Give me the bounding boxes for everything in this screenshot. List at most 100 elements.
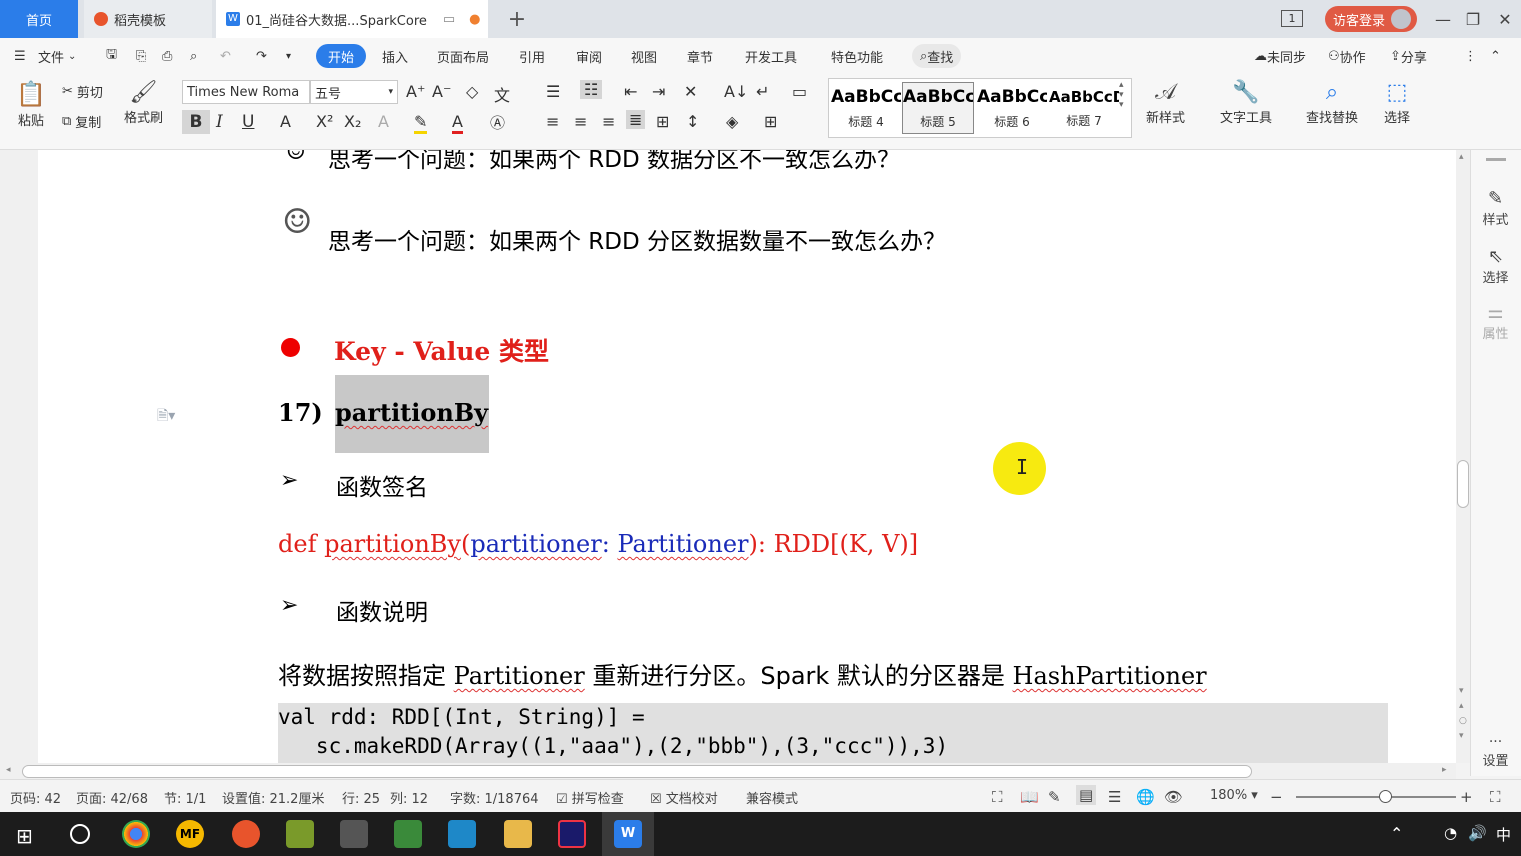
line-spacing-icon[interactable]: ↕ [686, 112, 699, 131]
style-heading-7[interactable]: AaBbCcD 标题 7 [1048, 82, 1120, 134]
spellcheck-button[interactable]: ☑ 拼写检查 [556, 788, 624, 807]
menu-page-layout[interactable]: 页面布局 [437, 44, 489, 68]
paste-button[interactable]: 📋 粘贴 [16, 80, 46, 129]
zoom-in-icon[interactable]: + [1460, 788, 1473, 806]
shading-icon[interactable]: ◈ [726, 112, 738, 131]
media-app-icon[interactable] [340, 820, 368, 848]
page-nav-icons[interactable]: ▾ ▴ ○ ▾ [1459, 684, 1467, 744]
align-right-icon[interactable]: ≡ [602, 112, 615, 131]
menu-file[interactable]: 文件 ⌄ [38, 44, 76, 68]
status-page[interactable]: 页面: 42/68 [76, 788, 148, 807]
restore-icon[interactable]: ❐ [1458, 0, 1488, 38]
menu-insert[interactable]: 插入 [382, 44, 408, 68]
char-border-button[interactable]: Ⓐ [490, 112, 505, 133]
menu-review[interactable]: 审阅 [576, 44, 602, 68]
intellij-icon[interactable] [558, 820, 586, 848]
distributed-icon[interactable]: ⊞ [656, 112, 669, 131]
zoom-level[interactable]: 180% ▾ [1210, 788, 1258, 803]
highlight-button[interactable]: ✎ [414, 112, 428, 134]
page-view-icon[interactable]: ▤ [1076, 785, 1097, 805]
notepad-icon[interactable] [394, 820, 422, 848]
scroll-right-icon[interactable]: ▸ [1442, 765, 1447, 775]
status-wordcount[interactable]: 字数: 1/18764 [450, 788, 539, 807]
horizontal-scroll-thumb[interactable] [22, 765, 1252, 778]
numbered-list-icon[interactable]: ☷ [580, 80, 603, 99]
style-panel-button[interactable]: ✎ 样式 [1470, 188, 1521, 228]
bullet-list-icon[interactable]: ☰ [546, 82, 560, 101]
read-mode-icon[interactable]: 📖 [1020, 788, 1039, 806]
table-tools-icon[interactable]: ▭ [792, 82, 807, 101]
subscript-button[interactable]: X₂ [344, 112, 361, 131]
align-left-icon[interactable]: ≡ [546, 112, 559, 131]
scroll-left-icon[interactable]: ◂ [6, 765, 11, 775]
edit-mode-icon[interactable]: ✎ [1048, 788, 1061, 806]
chrome-icon[interactable] [122, 820, 150, 848]
ime-indicator[interactable]: 中 [1496, 824, 1511, 845]
print-preview-icon[interactable]: ⌕ [190, 44, 197, 68]
style-heading-4[interactable]: AaBbCcD 标题 4 [830, 82, 902, 134]
sync-button[interactable]: ☁ 未同步 [1254, 44, 1306, 68]
justify-icon[interactable]: ≣ [626, 110, 646, 129]
web-view-icon[interactable]: 🌐 [1136, 788, 1155, 806]
new-style-button[interactable]: 𝒜 新样式 [1146, 80, 1185, 126]
select-panel-button[interactable]: ⇖ 选择 [1470, 246, 1521, 286]
menu-developer[interactable]: 开发工具 [745, 44, 797, 68]
menu-start[interactable]: 开始 [316, 44, 367, 68]
fit-page-icon[interactable]: ⛶ [1490, 788, 1501, 806]
share-button[interactable]: ⇪ 分享 [1390, 44, 1427, 68]
redo-icon[interactable]: ↷ [256, 44, 267, 68]
guest-login-button[interactable]: 访客登录 [1325, 6, 1417, 32]
outline-view-icon[interactable]: ☰ [1108, 788, 1121, 806]
increase-indent-icon[interactable]: ⇥ [652, 82, 665, 101]
find-replace-button[interactable]: ⌕ 查找替换 [1306, 80, 1358, 126]
bold-button[interactable]: B [182, 110, 210, 134]
scroll-up-icon[interactable]: ▴ [1459, 152, 1464, 162]
underline-button[interactable]: U [242, 112, 254, 132]
export-icon[interactable]: ⎘ [136, 44, 146, 68]
green-app-icon[interactable] [286, 820, 314, 848]
chinese-layout-icon[interactable]: ✕ [684, 82, 697, 101]
collapse-ribbon-icon[interactable]: ⌃ [1490, 44, 1501, 68]
format-painter-button[interactable]: 🖌 格式刷 [124, 80, 163, 126]
font-size-select[interactable]: 五号 ▾ [310, 80, 398, 104]
eye-protect-icon[interactable]: 👁 [1164, 788, 1183, 806]
superscript-button[interactable]: X² [316, 112, 333, 131]
mf-app-icon[interactable]: MF [176, 820, 204, 848]
hamburger-icon[interactable]: ☰ [14, 44, 26, 68]
borders-icon[interactable]: ⊞ [764, 112, 777, 131]
italic-button[interactable]: I [216, 112, 223, 132]
close-icon[interactable]: ✕ [1490, 0, 1520, 38]
tab-home[interactable]: 首页 [0, 0, 78, 38]
zoom-out-icon[interactable]: − [1270, 788, 1283, 806]
fullscreen-icon[interactable]: ⛶ [992, 788, 1003, 806]
tab-document[interactable]: W 01_尚硅谷大数据...SparkCore ▭ ● [216, 0, 488, 38]
file-explorer-icon[interactable] [504, 820, 532, 848]
undo-icon[interactable]: ↶ [220, 44, 231, 68]
align-center-icon[interactable]: ≡ [574, 112, 587, 131]
text-tools-button[interactable]: 🔧 文字工具 [1220, 80, 1272, 126]
style-heading-6[interactable]: AaBbCcD 标题 6 [976, 82, 1048, 134]
quick-access-dropdown-icon[interactable]: ▾ [286, 44, 291, 68]
show-marks-icon[interactable]: ↵ [756, 82, 769, 101]
volume-icon[interactable]: 🔊 [1468, 824, 1487, 842]
style-heading-5[interactable]: AaBbCcD 标题 5 [902, 82, 974, 134]
menu-chapter[interactable]: 章节 [687, 44, 713, 68]
menu-view[interactable]: 视图 [631, 44, 657, 68]
zoom-slider-thumb[interactable] [1379, 790, 1392, 803]
property-panel-button[interactable]: ⚌ 属性 [1470, 302, 1521, 342]
settings-panel-button[interactable]: ··· 设置 [1470, 734, 1521, 769]
save-icon[interactable]: 🖫 [106, 44, 117, 68]
vertical-scroll-thumb[interactable] [1457, 460, 1469, 508]
windows-start-icon[interactable]: ⊞ [16, 824, 33, 848]
proofread-button[interactable]: ☒ 文档校对 [650, 788, 718, 807]
cortana-icon[interactable] [70, 824, 90, 844]
font-name-select[interactable]: Times New Roma [182, 80, 310, 104]
tab-templates[interactable]: 稻壳模板 [84, 0, 212, 38]
sort-icon[interactable]: A↓ [724, 82, 748, 101]
more-icon[interactable]: ⋮ [1464, 44, 1477, 68]
page-indicator[interactable]: 1 [1281, 10, 1303, 27]
window-app-icon[interactable] [448, 820, 476, 848]
new-tab-button[interactable]: + [500, 0, 534, 38]
minimize-icon[interactable]: — [1428, 0, 1458, 38]
pinyin-icon[interactable]: 文 [494, 82, 510, 106]
